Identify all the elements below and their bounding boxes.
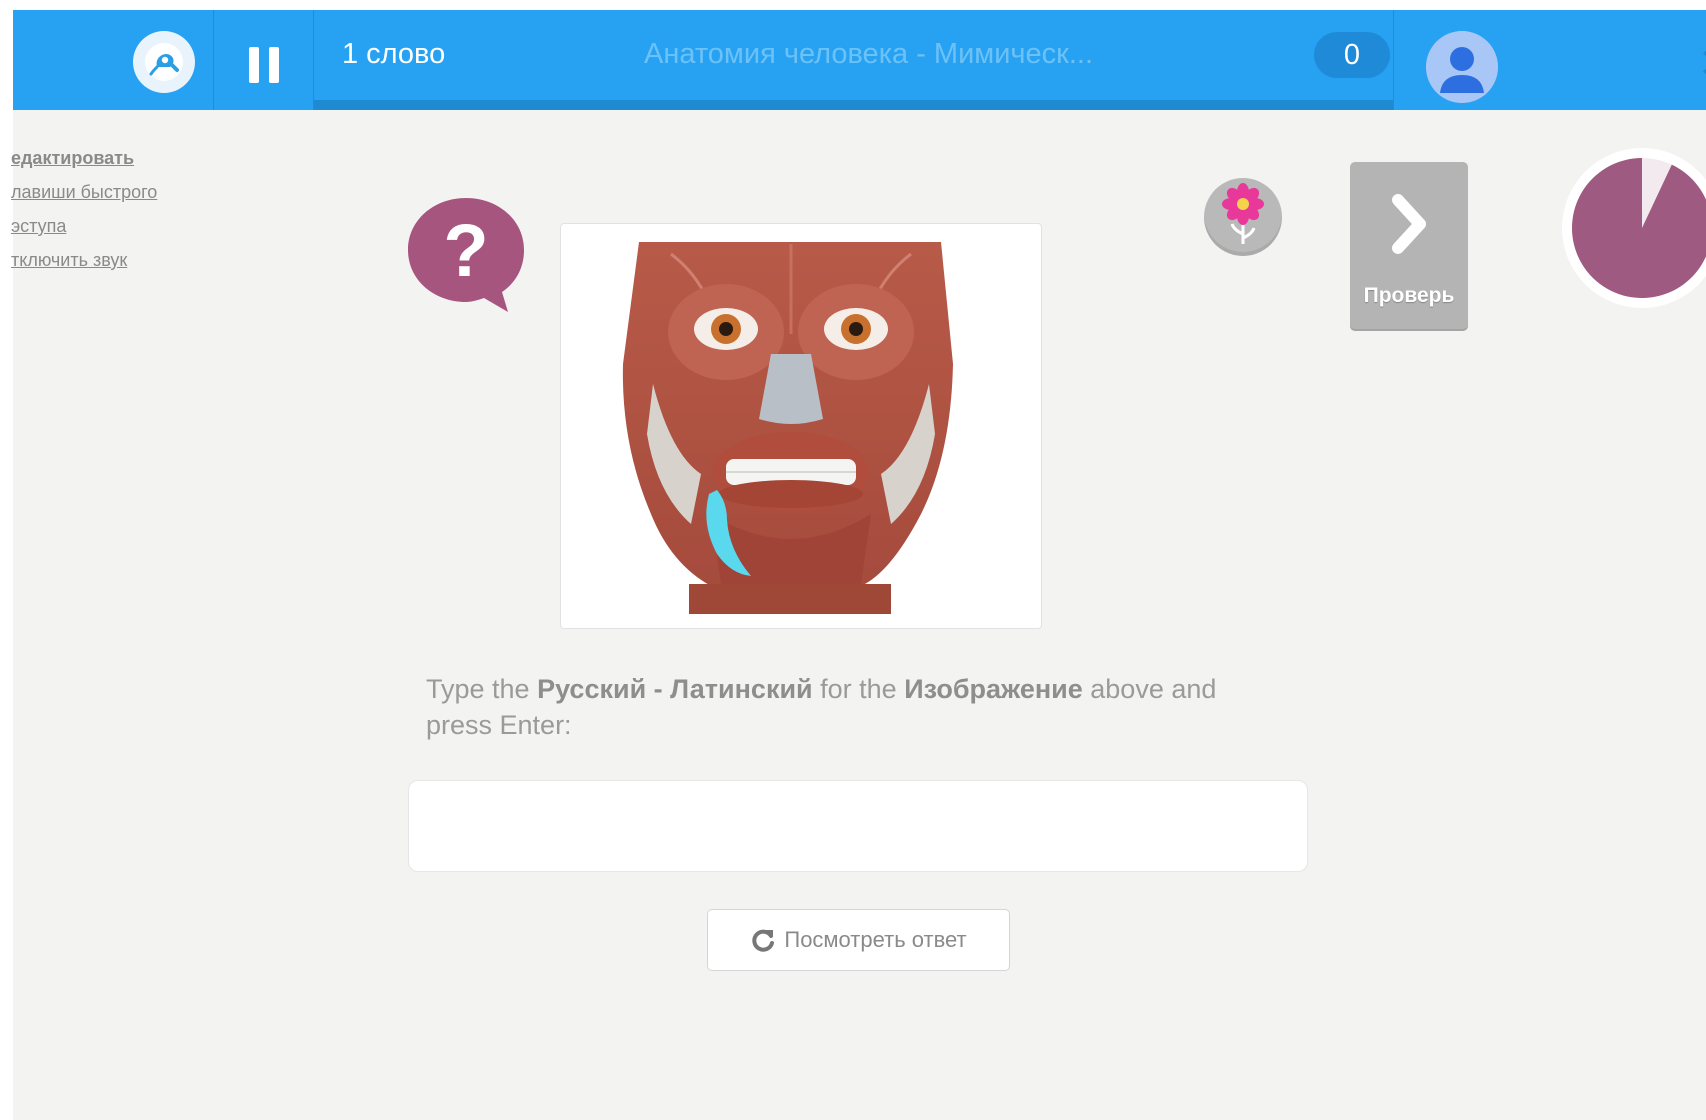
- refresh-icon: [752, 929, 775, 952]
- prompt-text: for the: [812, 674, 905, 704]
- instruction-prompt: Type the Русский - Латинский for the Изо…: [426, 671, 1246, 743]
- progress-bar-track: [314, 100, 1394, 110]
- chevron-right-icon: [1392, 194, 1426, 254]
- prompt-text: Type the: [426, 674, 538, 704]
- check-button-label: Проверь: [1363, 284, 1455, 307]
- header-divider: [1393, 10, 1394, 110]
- avatar[interactable]: [1426, 31, 1498, 103]
- user-avatar-icon: [1426, 31, 1498, 103]
- score-badge: 0: [1314, 32, 1390, 78]
- word-count: 1 слово: [342, 38, 446, 70]
- session-progress-area: 1 слово Анатомия человека - Мимическ... …: [314, 10, 1394, 110]
- session-header: 1 слово Анатомия человека - Мимическ... …: [13, 10, 1706, 110]
- watering-can-icon: [145, 43, 183, 81]
- timer-pie-icon: [1572, 158, 1706, 298]
- app-page: 1 слово Анатомия человека - Мимическ... …: [0, 0, 1706, 1120]
- timer: [1562, 148, 1706, 308]
- flower-button[interactable]: [1204, 178, 1282, 256]
- pause-button[interactable]: [245, 43, 285, 83]
- prompt-language-pair: Русский - Латинский: [537, 674, 813, 704]
- close-icon[interactable]: ✕: [1698, 44, 1706, 84]
- show-answer-button[interactable]: Посмотреть ответ: [707, 909, 1010, 971]
- svg-text:?: ?: [443, 209, 488, 292]
- flower-icon: [1222, 183, 1264, 244]
- question-bubble-icon: ?: [408, 198, 524, 312]
- sidebar-links: едактировать лавиши быстрого эступа тклю…: [11, 148, 181, 284]
- sidebar-link-shortcuts-cont[interactable]: эступа: [11, 216, 181, 237]
- logo-button[interactable]: [133, 31, 195, 93]
- header-divider: [213, 10, 214, 110]
- sidebar-link-shortcuts[interactable]: лавиши быстрого: [11, 182, 181, 203]
- prompt-field-name: Изображение: [904, 674, 1083, 704]
- show-answer-label: Посмотреть ответ: [784, 927, 967, 952]
- sidebar-link-edit[interactable]: едактировать: [11, 148, 181, 169]
- window-top-strip: [0, 0, 1706, 10]
- sidebar-link-mute[interactable]: тключить звук: [11, 250, 181, 271]
- question-image-card: [560, 223, 1042, 629]
- answer-input[interactable]: [408, 780, 1308, 872]
- face-muscles-image: [622, 242, 953, 614]
- course-title: Анатомия человека - Мимическ...: [644, 38, 1094, 70]
- check-next-button[interactable]: Проверь: [1350, 162, 1468, 329]
